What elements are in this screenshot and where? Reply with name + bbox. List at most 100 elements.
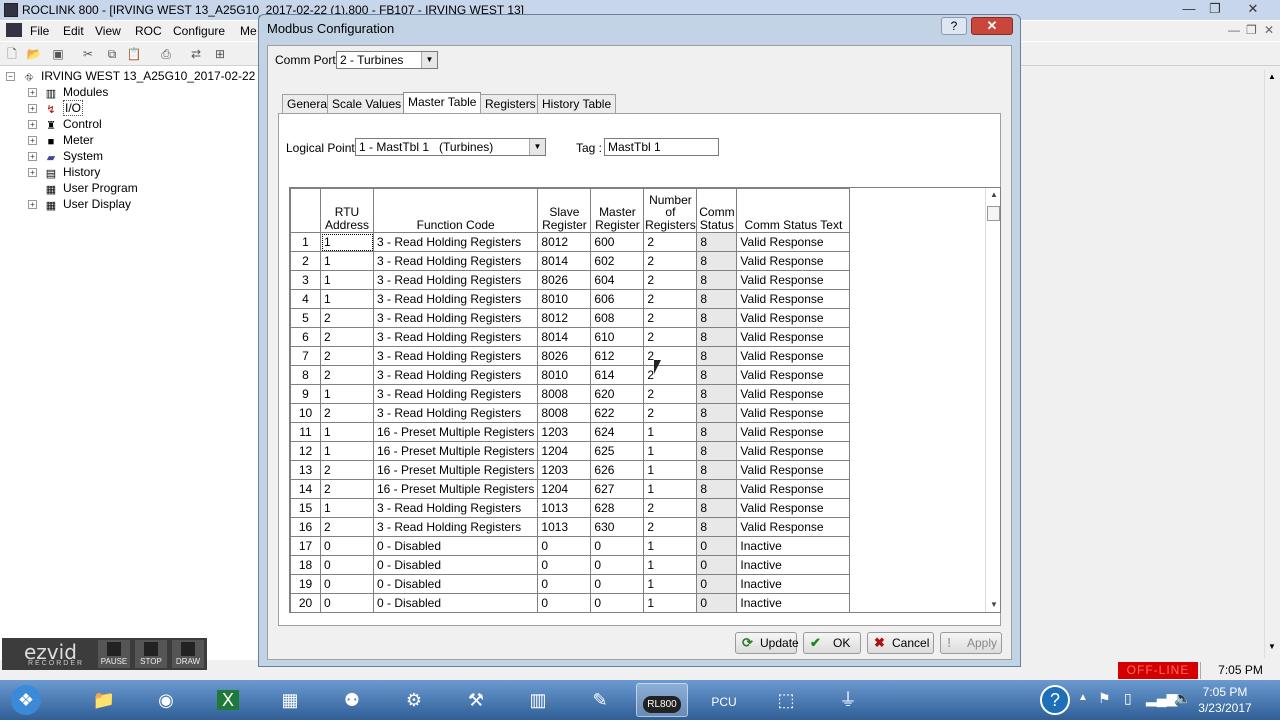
table-row[interactable]: 313 - Read Holding Registers 8026 604 2 8 Val… [290,270,851,290]
rtu-address-cell[interactable]: 2 [320,460,374,480]
expand-icon[interactable]: + [28,104,37,113]
taskbar-app-13[interactable]: ⏚ [822,683,874,717]
number-of-registers-cell[interactable]: 2 [643,232,698,252]
rtu-address-cell[interactable]: 1 [320,289,374,309]
function-code-cell[interactable]: 0 - Disabled [372,593,539,612]
cut-icon[interactable]: ✂ [80,46,96,62]
table-row[interactable]: 17 0 0 - Disabled 0 0 1 0 Inactive [290,536,851,556]
comm-status-text-cell[interactable]: Valid Response [736,460,851,480]
comm-status-text-cell[interactable]: Valid Response [736,232,851,252]
comm-status-cell[interactable]: 8 [696,460,738,480]
comm-status-cell[interactable]: 8 [696,441,738,461]
function-code-cell[interactable]: 3 - Read Holding Registers [372,498,539,518]
comm-status-cell[interactable]: 8 [696,270,738,290]
number-of-registers-cell[interactable]: 2 [643,270,698,290]
slave-register-cell[interactable]: 0 [537,536,592,556]
scroll-up-icon[interactable]: ▲ [1268,72,1276,81]
function-code-cell[interactable]: 3 - Read Holding Registers [372,346,539,366]
header-rtu-address[interactable]: RTU Address [320,188,374,233]
table-row[interactable]: 13 2 16 - Preset Multiple Registers 1203 626… [290,460,851,480]
paste-icon[interactable]: 📋 [126,46,142,62]
function-code-cell[interactable]: 0 - Disabled [372,536,539,556]
menu-roc[interactable]: ROC [135,24,162,38]
tree-item-io[interactable]: + ↯ I/O [28,100,84,117]
comm-status-text-cell[interactable]: Inactive [736,574,851,594]
rtu-address-cell[interactable]: 0 [320,574,374,594]
taskbar-app-5[interactable]: ⚉ [326,683,378,717]
header-function-code[interactable]: Function Code [372,188,539,233]
rtu-address-cell[interactable]: 1 [320,441,374,461]
comm-status-cell[interactable]: 8 [696,251,738,271]
header-slave-register[interactable]: Slave Register [537,188,592,233]
main-vertical-scrollbar[interactable]: ▲ ▼ [1264,70,1280,658]
ok-button[interactable]: ✔ OK [803,632,861,654]
taskbar-app-9[interactable]: ✎ [574,683,626,717]
number-of-registers-cell[interactable]: 2 [643,308,698,328]
comm-status-text-cell[interactable]: Valid Response [736,384,851,404]
comm-status-cell[interactable]: 0 [696,536,738,556]
master-register-cell[interactable]: 622 [590,403,645,423]
number-of-registers-cell[interactable]: 1 [643,479,698,499]
tree-item-user-display[interactable]: + ▦ User Display [28,197,131,213]
table-row[interactable]: 523 - Read Holding Registers 8012 608 2 8 Val… [290,308,851,328]
tree-item-system[interactable]: + ▰ System [28,149,103,165]
table-row[interactable]: 16 2 3 - Read Holding Registers 1013 630 2 8 Va… [290,517,851,537]
restore-icon[interactable]: ❐ [1200,0,1230,20]
master-register-cell[interactable]: 600 [590,232,645,252]
tray-expand-icon[interactable]: ▲ [1078,692,1088,703]
number-of-registers-cell[interactable]: 1 [643,441,698,461]
slave-register-cell[interactable]: 8010 [537,365,592,385]
comm-status-cell[interactable]: 8 [696,289,738,309]
comm-status-cell[interactable]: 8 [696,384,738,404]
dialog-close-button[interactable]: ✕ [971,17,1013,35]
function-code-cell[interactable]: 3 - Read Holding Registers [372,270,539,290]
tree-item-history[interactable]: + ▤ History [28,165,100,181]
slave-register-cell[interactable]: 8014 [537,327,592,347]
rtu-address-cell[interactable]: 2 [320,479,374,499]
number-of-registers-cell[interactable]: 2 [643,365,698,385]
taskbar-app-6[interactable]: ⚙ [388,683,440,717]
table-row[interactable]: 213 - Read Holding Registers 8014 602 2 8 Val… [290,251,851,271]
comm-status-cell[interactable]: 8 [696,403,738,423]
master-register-cell[interactable]: 610 [590,327,645,347]
header-comm-status[interactable]: Comm Status [696,188,738,233]
open-folder-icon[interactable]: 📂 [26,46,42,62]
new-file-icon[interactable]: 🗋 [4,46,20,62]
master-register-cell[interactable]: 630 [590,517,645,537]
tree-item-control[interactable]: + ♜ Control [28,117,102,133]
expand-icon[interactable]: + [28,168,37,177]
tree-root[interactable]: − ⛗ IRVING WEST 13_A25G10_2017-02-22 (1).8 [6,69,283,85]
copy-icon[interactable]: ⧉ [104,46,120,62]
function-code-cell[interactable]: 16 - Preset Multiple Registers [372,441,539,461]
slave-register-cell[interactable]: 1204 [537,479,592,499]
master-register-cell[interactable]: 614 [590,365,645,385]
rtu-address-cell[interactable]: 1 [320,384,374,404]
master-register-cell[interactable]: 620 [590,384,645,404]
master-register-cell[interactable]: 604 [590,270,645,290]
mdi-minimize-icon[interactable]: — [1228,23,1240,37]
master-register-cell[interactable]: 602 [590,251,645,271]
chevron-down-icon[interactable]: ▼ [529,139,545,155]
table-row[interactable]: 113 - Read Holding Registers 8012 600 2 8 Val… [290,232,851,252]
number-of-registers-cell[interactable]: 1 [643,574,698,594]
taskbar-clock[interactable]: 7:05 PM 3/23/2017 [1190,684,1260,716]
mdi-app-icon[interactable] [6,23,22,37]
taskbar-app-7[interactable]: ⚒ [450,683,502,717]
comm-status-cell[interactable]: 8 [696,308,738,328]
slave-register-cell[interactable]: 1203 [537,460,592,480]
function-code-cell[interactable]: 3 - Read Holding Registers [372,251,539,271]
table-row[interactable]: 19 0 0 - Disabled 0 0 1 0 Inactive [290,574,851,594]
comm-status-text-cell[interactable]: Valid Response [736,403,851,423]
master-register-cell[interactable]: 627 [590,479,645,499]
comm-status-cell[interactable]: 8 [696,422,738,442]
table-row[interactable]: 18 0 0 - Disabled 0 0 1 0 Inactive [290,555,851,575]
function-code-cell[interactable]: 16 - Preset Multiple Registers [372,460,539,480]
comm-status-cell[interactable]: 0 [696,555,738,575]
expand-icon[interactable]: + [28,88,37,97]
comm-status-cell[interactable]: 8 [696,365,738,385]
comm-status-cell[interactable]: 8 [696,517,738,537]
master-register-cell[interactable]: 628 [590,498,645,518]
number-of-registers-cell[interactable]: 2 [643,346,698,366]
rtu-address-cell[interactable]: 2 [320,403,374,423]
taskbar-explorer[interactable]: 📁 [78,683,130,717]
